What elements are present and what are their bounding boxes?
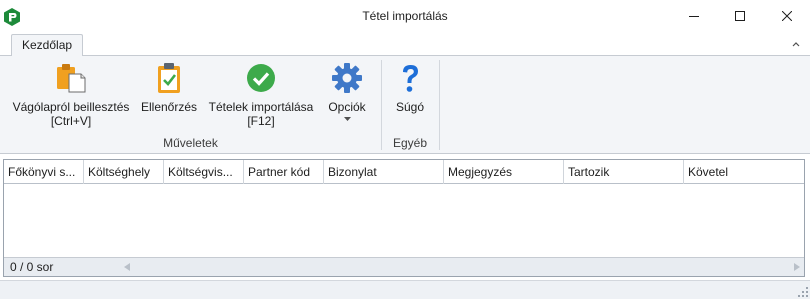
column-header-document[interactable]: Bizonylat (324, 160, 444, 184)
chevron-down-icon (343, 117, 351, 121)
maximize-icon (735, 10, 745, 21)
help-button[interactable]: Súgó (388, 62, 432, 114)
resize-grip-icon[interactable] (798, 287, 808, 297)
grid-header: Főkönyvi s... Költséghely Költségvis... … (4, 160, 804, 184)
minimize-button[interactable] (671, 0, 717, 31)
column-header-partner-code[interactable]: Partner kód (244, 160, 324, 184)
column-header-ledger-account[interactable]: Főkönyvi s... (4, 160, 84, 184)
paste-icon (57, 64, 86, 93)
ribbon-group-separator (439, 60, 440, 150)
question-icon (403, 65, 418, 92)
paste-button-shortcut: [Ctrl+V] (50, 114, 92, 128)
validate-button-label: Ellenőrzés (140, 100, 198, 114)
clipboard-check-icon (158, 63, 180, 93)
ribbon-group-label-operations: Műveletek (163, 136, 218, 150)
column-header-debit[interactable]: Tartozik (564, 160, 684, 184)
horizontal-scrollbar[interactable] (120, 258, 804, 276)
grid-body[interactable] (4, 184, 804, 258)
tab-kezdolap[interactable]: Kezdőlap (11, 34, 84, 57)
minimize-icon (689, 15, 699, 17)
chevron-up-icon (792, 42, 800, 47)
row-count-label: 0 / 0 sor (10, 260, 54, 274)
grid-footer: 0 / 0 sor (4, 257, 804, 276)
import-items-grid[interactable]: Főkönyvi s... Költséghely Költségvis... … (3, 159, 805, 277)
options-button-label: Opciók (328, 100, 366, 114)
paste-button-label: Vágólapról beillesztés (12, 100, 130, 114)
column-header-credit[interactable]: Követel (684, 160, 804, 184)
ribbon: Vágólapról beillesztés [Ctrl+V] Ellenőrz… (0, 56, 810, 154)
paste-from-clipboard-button[interactable]: Vágólapról beillesztés [Ctrl+V] (10, 62, 132, 128)
ribbon-tab-strip: Kezdőlap (0, 32, 810, 57)
column-header-cost-bearer[interactable]: Költségvis... (164, 160, 244, 184)
title-bar: Tétel importálás (0, 0, 810, 32)
close-icon (782, 10, 792, 21)
ribbon-group-label-other: Egyéb (392, 136, 428, 150)
maximize-button[interactable] (717, 0, 763, 31)
import-button-label: Tételek importálása (208, 100, 314, 114)
validate-button[interactable]: Ellenőrzés (138, 62, 200, 114)
import-items-button[interactable]: Tételek importálása [F12] (205, 62, 317, 128)
help-button-label: Súgó (395, 100, 425, 114)
scroll-right-icon[interactable] (794, 263, 800, 271)
column-header-cost-center[interactable]: Költséghely (84, 160, 164, 184)
collapse-ribbon-button[interactable] (789, 37, 803, 51)
check-circle-icon (247, 64, 275, 92)
scroll-left-icon[interactable] (124, 263, 130, 271)
options-dropdown-button[interactable]: Opciók (322, 62, 372, 121)
status-bar (0, 280, 810, 299)
gear-icon (332, 63, 362, 93)
close-button[interactable] (764, 0, 810, 31)
column-header-note[interactable]: Megjegyzés (444, 160, 564, 184)
import-button-shortcut: [F12] (247, 114, 275, 128)
